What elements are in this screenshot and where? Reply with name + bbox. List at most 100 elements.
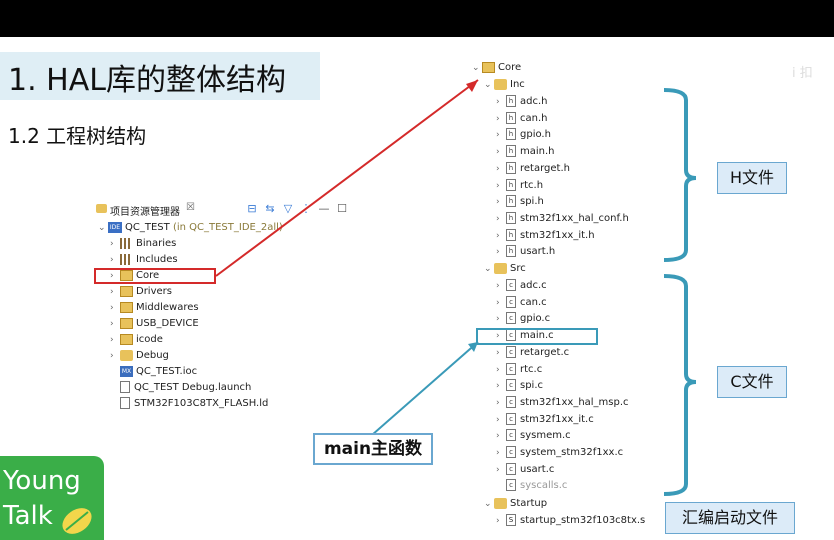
h-files-label: H文件 <box>717 162 787 194</box>
chevron-down-icon[interactable]: ⌄ <box>484 77 494 93</box>
tree-label: Inc <box>510 79 525 90</box>
tree-file[interactable]: › c can.c <box>496 295 547 311</box>
tree-file[interactable]: › c stm32f1xx_hal_msp.c <box>496 395 629 411</box>
c-files-label: C文件 <box>717 366 787 398</box>
tree-item-launch[interactable]: QC_TEST Debug.launch <box>120 380 251 396</box>
tree-file[interactable]: › h can.h <box>496 111 547 127</box>
tree-file-label: startup_stm32f103c8tx.s <box>520 515 646 526</box>
chevron-right-icon[interactable]: › <box>496 161 506 177</box>
folder-icon <box>482 61 495 73</box>
tree-item-icode[interactable]: › icode <box>110 332 163 348</box>
minimize-icon[interactable]: — <box>318 202 330 215</box>
tree-file[interactable]: › h gpio.h <box>496 127 551 143</box>
chevron-right-icon[interactable]: › <box>496 462 506 478</box>
tree-file[interactable]: › c adc.c <box>496 278 547 294</box>
chevron-down-icon[interactable]: ⌄ <box>98 220 108 236</box>
ld-icon <box>120 397 130 409</box>
tree-file[interactable]: › h retarget.h <box>496 161 570 177</box>
chevron-right-icon[interactable]: › <box>496 513 506 529</box>
tree-file[interactable]: › c gpio.c <box>496 311 550 327</box>
close-icon[interactable]: ☒ <box>186 202 195 213</box>
chevron-right-icon[interactable]: › <box>496 445 506 461</box>
tree-inc[interactable]: ⌄ Inc <box>484 77 525 93</box>
chevron-right-icon[interactable]: › <box>110 300 120 316</box>
header-file-icon: h <box>506 111 516 124</box>
chevron-right-icon[interactable]: › <box>496 211 506 227</box>
includes-icon <box>120 253 132 265</box>
tree-file[interactable]: › c system_stm32f1xx.c <box>496 445 623 461</box>
chevron-right-icon[interactable]: › <box>110 316 120 332</box>
tree-file[interactable]: › c rtc.c <box>496 362 542 378</box>
chevron-right-icon[interactable]: › <box>496 194 506 210</box>
chevron-right-icon[interactable]: › <box>496 144 506 160</box>
tree-file-label: system_stm32f1xx.c <box>520 447 624 458</box>
explorer-toolbar: ⊟ ⇆ ▽ ⋮ — ☐ <box>246 202 348 215</box>
header-file-icon: h <box>506 245 516 258</box>
tree-item-middlewares[interactable]: › Middlewares <box>110 300 199 316</box>
chevron-down-icon[interactable]: ⌄ <box>484 496 494 512</box>
chevron-right-icon[interactable]: › <box>496 127 506 143</box>
tree-file-label: can.c <box>520 296 547 308</box>
chevron-right-icon[interactable]: › <box>110 252 120 268</box>
chevron-right-icon[interactable]: › <box>110 284 120 300</box>
chevron-down-icon[interactable]: ⌄ <box>484 261 494 277</box>
tree-file[interactable]: › h stm32f1xx_hal_conf.h <box>496 211 629 227</box>
tree-item-binaries[interactable]: › Binaries <box>110 236 176 252</box>
tree-file[interactable]: › h usart.h <box>496 244 555 260</box>
tree-file[interactable]: › h adc.h <box>496 94 548 110</box>
tree-file[interactable]: › c stm32f1xx_it.c <box>496 412 594 428</box>
tree-file[interactable]: › h main.h <box>496 144 555 160</box>
tree-file[interactable]: › c usart.c <box>496 462 554 478</box>
chevron-right-icon[interactable]: › <box>496 295 506 311</box>
project-row[interactable]: ⌄ IDE QC_TEST (in QC_TEST_IDE_2all) <box>98 220 283 236</box>
tree-item-usb-device[interactable]: › USB_DEVICE <box>110 316 199 332</box>
tree-file[interactable]: c syscalls.c <box>496 478 567 494</box>
chevron-right-icon[interactable]: › <box>110 332 120 348</box>
chevron-right-icon[interactable]: › <box>496 244 506 260</box>
chevron-right-icon[interactable]: › <box>496 362 506 378</box>
tree-item-debug[interactable]: › Debug <box>110 348 169 364</box>
chevron-right-icon[interactable]: › <box>496 428 506 444</box>
tree-item-ld[interactable]: STM32F103C8TX_FLASH.ld <box>120 396 268 412</box>
tree-startup[interactable]: ⌄ Startup <box>484 496 547 512</box>
chevron-right-icon[interactable]: › <box>496 412 506 428</box>
chevron-right-icon[interactable]: › <box>110 348 120 364</box>
chevron-right-icon[interactable]: › <box>496 94 506 110</box>
tree-file[interactable]: › h spi.h <box>496 194 544 210</box>
filter-icon[interactable]: ▽ <box>282 202 294 215</box>
chevron-right-icon[interactable]: › <box>496 228 506 244</box>
tree-item-ioc[interactable]: MX QC_TEST.ioc <box>120 364 197 380</box>
core-highlight <box>94 268 216 284</box>
tree-file[interactable]: › h stm32f1xx_it.h <box>496 228 595 244</box>
asm-file-icon: S <box>506 514 516 526</box>
tree-file-label: can.h <box>520 112 548 124</box>
maximize-icon[interactable]: ☐ <box>336 202 348 215</box>
collapse-all-icon[interactable]: ⊟ <box>246 202 258 215</box>
tree-file[interactable]: › c retarget.c <box>496 345 569 361</box>
watermark: i 扣 <box>792 66 813 81</box>
tree-file[interactable]: › h rtc.h <box>496 178 543 194</box>
chevron-right-icon[interactable]: › <box>496 345 506 361</box>
chevron-right-icon[interactable]: › <box>496 278 506 294</box>
chevron-right-icon[interactable]: › <box>496 178 506 194</box>
tree-src[interactable]: ⌄ Src <box>484 261 526 277</box>
tree-file-startup[interactable]: › Sstartup_stm32f103c8tx.s <box>496 513 645 529</box>
tree-file[interactable]: › c spi.c <box>496 378 543 394</box>
c-file-icon: c <box>506 395 516 408</box>
chevron-down-icon[interactable]: ⌄ <box>472 60 482 76</box>
chevron-right-icon[interactable]: › <box>110 236 120 252</box>
h-bracket <box>663 88 697 262</box>
tree-core[interactable]: ⌄ Core <box>472 60 521 76</box>
link-editor-icon[interactable]: ⇆ <box>264 202 276 215</box>
tree-file[interactable]: › c sysmem.c <box>496 428 571 444</box>
chevron-right-icon[interactable]: › <box>496 311 506 327</box>
view-menu-icon[interactable]: ⋮ <box>300 202 312 215</box>
chevron-right-icon[interactable]: › <box>496 395 506 411</box>
chevron-right-icon[interactable]: › <box>496 378 506 394</box>
chevron-right-icon[interactable]: › <box>496 111 506 127</box>
tree-item-label: Includes <box>136 254 178 265</box>
tree-item-drivers[interactable]: › Drivers <box>110 284 172 300</box>
c-file-icon: c <box>506 295 516 308</box>
folder-icon <box>120 301 133 313</box>
tree-item-includes[interactable]: › Includes <box>110 252 178 268</box>
